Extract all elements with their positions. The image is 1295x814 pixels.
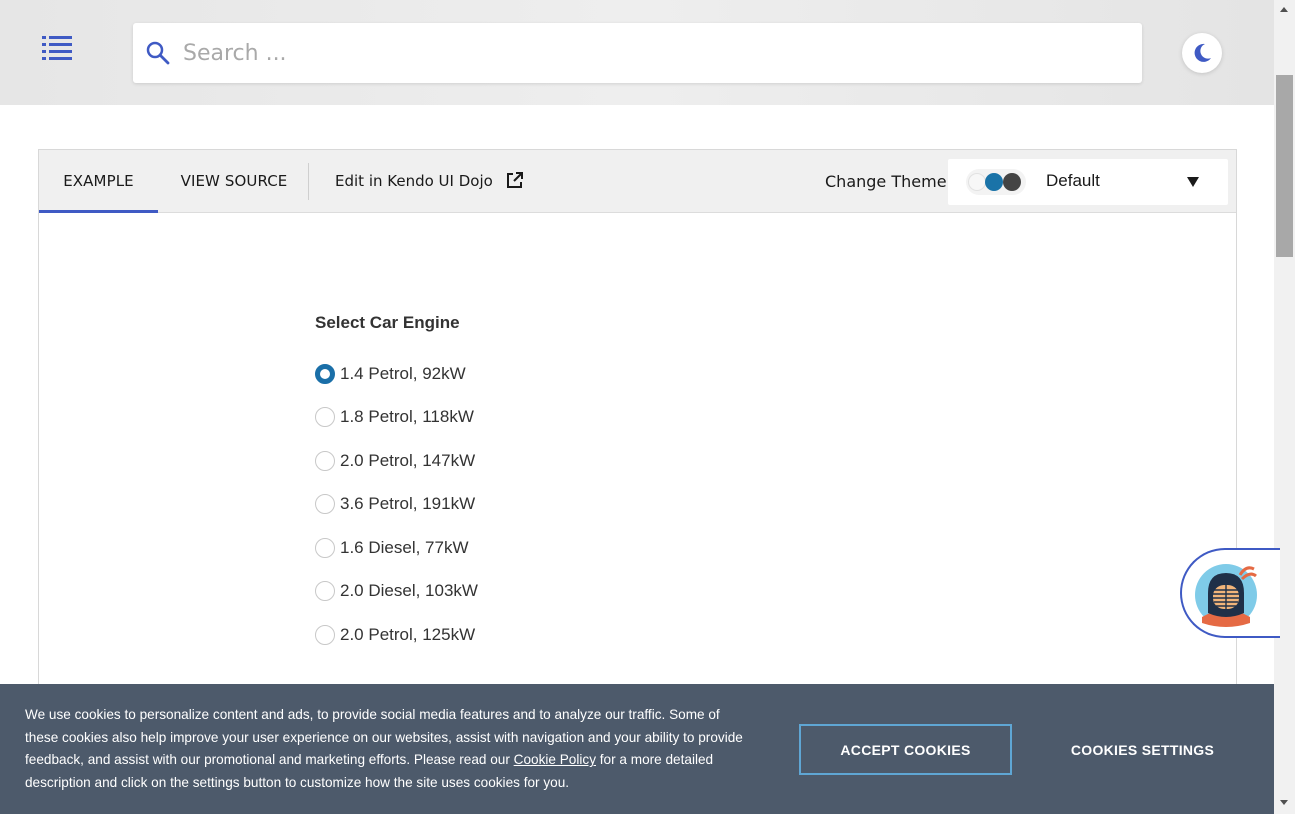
radio-label: 2.0 Petrol, 125kW [340, 625, 476, 644]
radio-label: 2.0 Diesel, 103kW [340, 581, 478, 600]
radio-option[interactable]: 1.6 Diesel, 77kW [315, 536, 575, 560]
radio-group-title: Select Car Engine [315, 313, 460, 332]
radio-label: 1.4 Petrol, 92kW [340, 364, 466, 383]
radio-option[interactable]: 2.0 Petrol, 125kW [315, 623, 575, 647]
chat-bot-launcher[interactable] [1180, 548, 1280, 638]
search-input[interactable] [183, 23, 1123, 83]
theme-toggle-button[interactable] [1182, 33, 1222, 73]
theme-dropdown-value: Default [1046, 171, 1100, 190]
radio-option[interactable]: 2.0 Petrol, 147kW [315, 449, 575, 473]
radio-label: 2.0 Petrol, 147kW [340, 451, 476, 470]
radio-button[interactable] [315, 407, 335, 427]
radio-button[interactable] [315, 494, 335, 514]
radio-option[interactable]: 3.6 Petrol, 191kW [315, 492, 575, 516]
radio-label: 3.6 Petrol, 191kW [340, 494, 476, 513]
caret-down-icon [1187, 177, 1199, 187]
demo-toolbar: EXAMPLE VIEW SOURCE Edit in Kendo UI Doj… [39, 150, 1236, 213]
radio-button[interactable] [315, 451, 335, 471]
theme-dropdown[interactable]: Default [948, 159, 1228, 205]
top-header [0, 0, 1274, 105]
theme-swatches [966, 169, 1026, 195]
cookie-message: We use cookies to personalize content an… [25, 704, 745, 795]
external-link-icon [506, 172, 523, 188]
dojo-link-label: Edit in Kendo UI Dojo [335, 172, 493, 190]
radio-button[interactable] [315, 581, 335, 601]
tab-view-source[interactable]: VIEW SOURCE [171, 150, 297, 213]
page-scrollbar[interactable] [1274, 0, 1295, 814]
list-menu-icon[interactable] [40, 33, 76, 65]
toolbar-divider [308, 163, 309, 200]
radio-option[interactable]: 1.8 Petrol, 118kW [315, 405, 575, 429]
radio-button[interactable] [315, 538, 335, 558]
theme-swatch-blue [985, 173, 1003, 191]
theme-swatch-dark [1003, 173, 1021, 191]
accept-cookies-button[interactable]: ACCEPT COOKIES [799, 724, 1012, 775]
search-box [133, 23, 1142, 83]
radio-button-checked[interactable] [315, 364, 335, 384]
radio-option[interactable]: 1.4 Petrol, 92kW [315, 362, 575, 386]
scroll-up-arrow-icon[interactable] [1280, 7, 1288, 12]
demo-frame: EXAMPLE VIEW SOURCE Edit in Kendo UI Doj… [38, 149, 1237, 709]
robot-avatar-icon [1195, 564, 1257, 627]
radio-label: 1.6 Diesel, 77kW [340, 538, 469, 557]
cookie-policy-link[interactable]: Cookie Policy [514, 752, 596, 767]
scroll-down-arrow-icon[interactable] [1280, 800, 1288, 805]
tab-example[interactable]: EXAMPLE [39, 150, 158, 213]
edit-in-dojo-link[interactable]: Edit in Kendo UI Dojo [335, 150, 523, 213]
radio-label: 1.8 Petrol, 118kW [340, 407, 474, 426]
cookie-banner: We use cookies to personalize content an… [0, 684, 1274, 814]
theme-swatch-light [968, 173, 986, 191]
radio-button[interactable] [315, 625, 335, 645]
search-icon [145, 40, 171, 66]
cookies-settings-button[interactable]: COOKIES SETTINGS [1050, 724, 1235, 775]
change-theme-label: Change Theme [825, 172, 947, 191]
radio-option[interactable]: 2.0 Diesel, 103kW [315, 579, 575, 603]
moon-icon [1194, 43, 1211, 62]
scroll-thumb[interactable] [1276, 75, 1293, 257]
